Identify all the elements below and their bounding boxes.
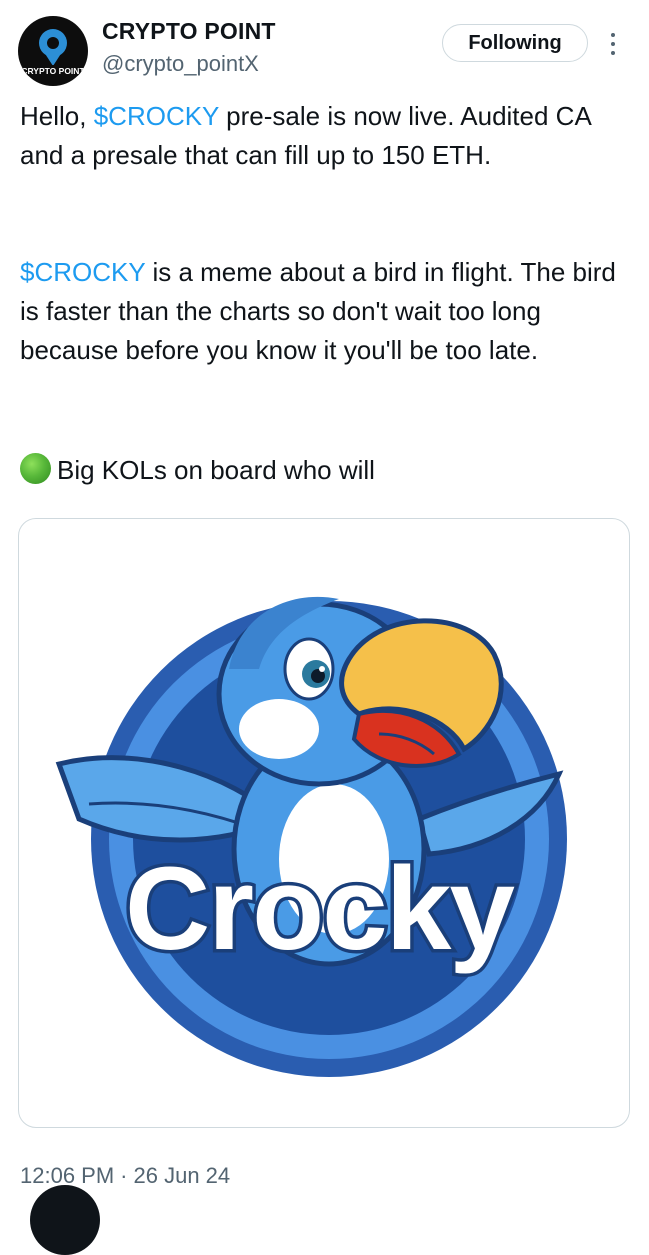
tweet-paragraph-2: $CROCKY is a meme about a bird in flight… (20, 253, 635, 370)
green-circle-emoji-icon (20, 453, 51, 484)
avatar[interactable]: CRYPTO POINT (18, 16, 88, 86)
tweet-timestamp[interactable]: 12:06 PM · 26 Jun 24 (20, 1163, 230, 1189)
text-segment: Hello, (20, 101, 94, 131)
separator-dot: · (120, 1163, 128, 1188)
following-button[interactable]: Following (442, 24, 588, 62)
tweet-date: 26 Jun 24 (133, 1163, 231, 1188)
tweet-paragraph-1: Hello, $CROCKY pre-sale is now live. Aud… (20, 97, 635, 175)
location-pin-icon: CRYPTO POINT (21, 29, 85, 76)
text-segment: Big KOLs on board who will (57, 455, 375, 485)
tweet-media-image[interactable]: Crocky (18, 518, 630, 1128)
cashtag-link[interactable]: $CROCKY (94, 101, 219, 131)
crocky-logo-illustration: Crocky (55, 596, 567, 1077)
floating-action-button[interactable] (30, 1185, 100, 1255)
avatar-logo-text: CRYPTO POINT (21, 66, 85, 76)
cashtag-link[interactable]: $CROCKY (20, 257, 145, 287)
more-vertical-icon[interactable] (606, 30, 620, 60)
author-name[interactable]: CRYPTO POINT (102, 18, 276, 45)
tweet-paragraph-3: Big KOLs on board who will (20, 451, 635, 490)
author-handle[interactable]: @crypto_pointX (102, 51, 259, 77)
tweet-header: CRYPTO POINT CRYPTO POINT @crypto_pointX… (0, 0, 649, 90)
crocky-logo-text: Crocky (125, 843, 514, 975)
